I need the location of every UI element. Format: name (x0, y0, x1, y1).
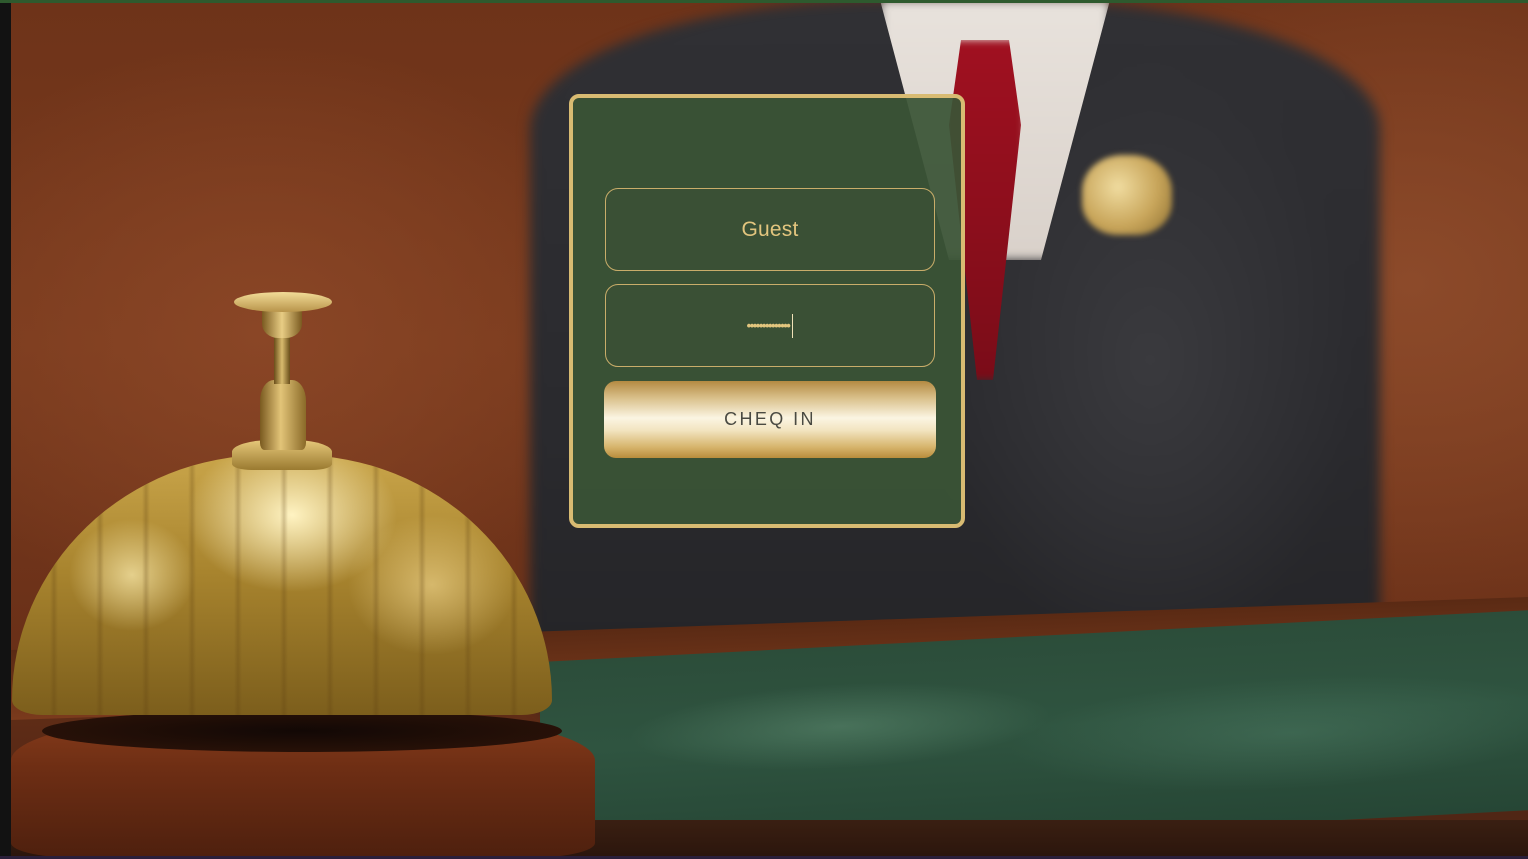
password-field[interactable]: •••••••••••••• (605, 284, 935, 367)
username-value: Guest (741, 217, 799, 241)
top-edge-strip (0, 0, 1528, 3)
service-bell-knob (234, 292, 332, 312)
login-screen: Guest •••••••••••••• CHEQ IN (0, 0, 1528, 859)
text-caret (792, 313, 794, 338)
service-bell-rod (274, 330, 290, 384)
cheq-in-button-label: CHEQ IN (724, 409, 816, 429)
bell-base-shadow (42, 710, 562, 752)
concierge-lapel-pin (1082, 155, 1172, 235)
login-card: Guest •••••••••••••• CHEQ IN (569, 94, 965, 528)
cheq-in-button[interactable]: CHEQ IN (604, 381, 936, 458)
username-field[interactable]: Guest (605, 188, 935, 271)
left-edge-strip (0, 0, 11, 859)
password-masked-value: •••••••••••••• (746, 318, 791, 333)
service-bell-stem (260, 380, 306, 450)
